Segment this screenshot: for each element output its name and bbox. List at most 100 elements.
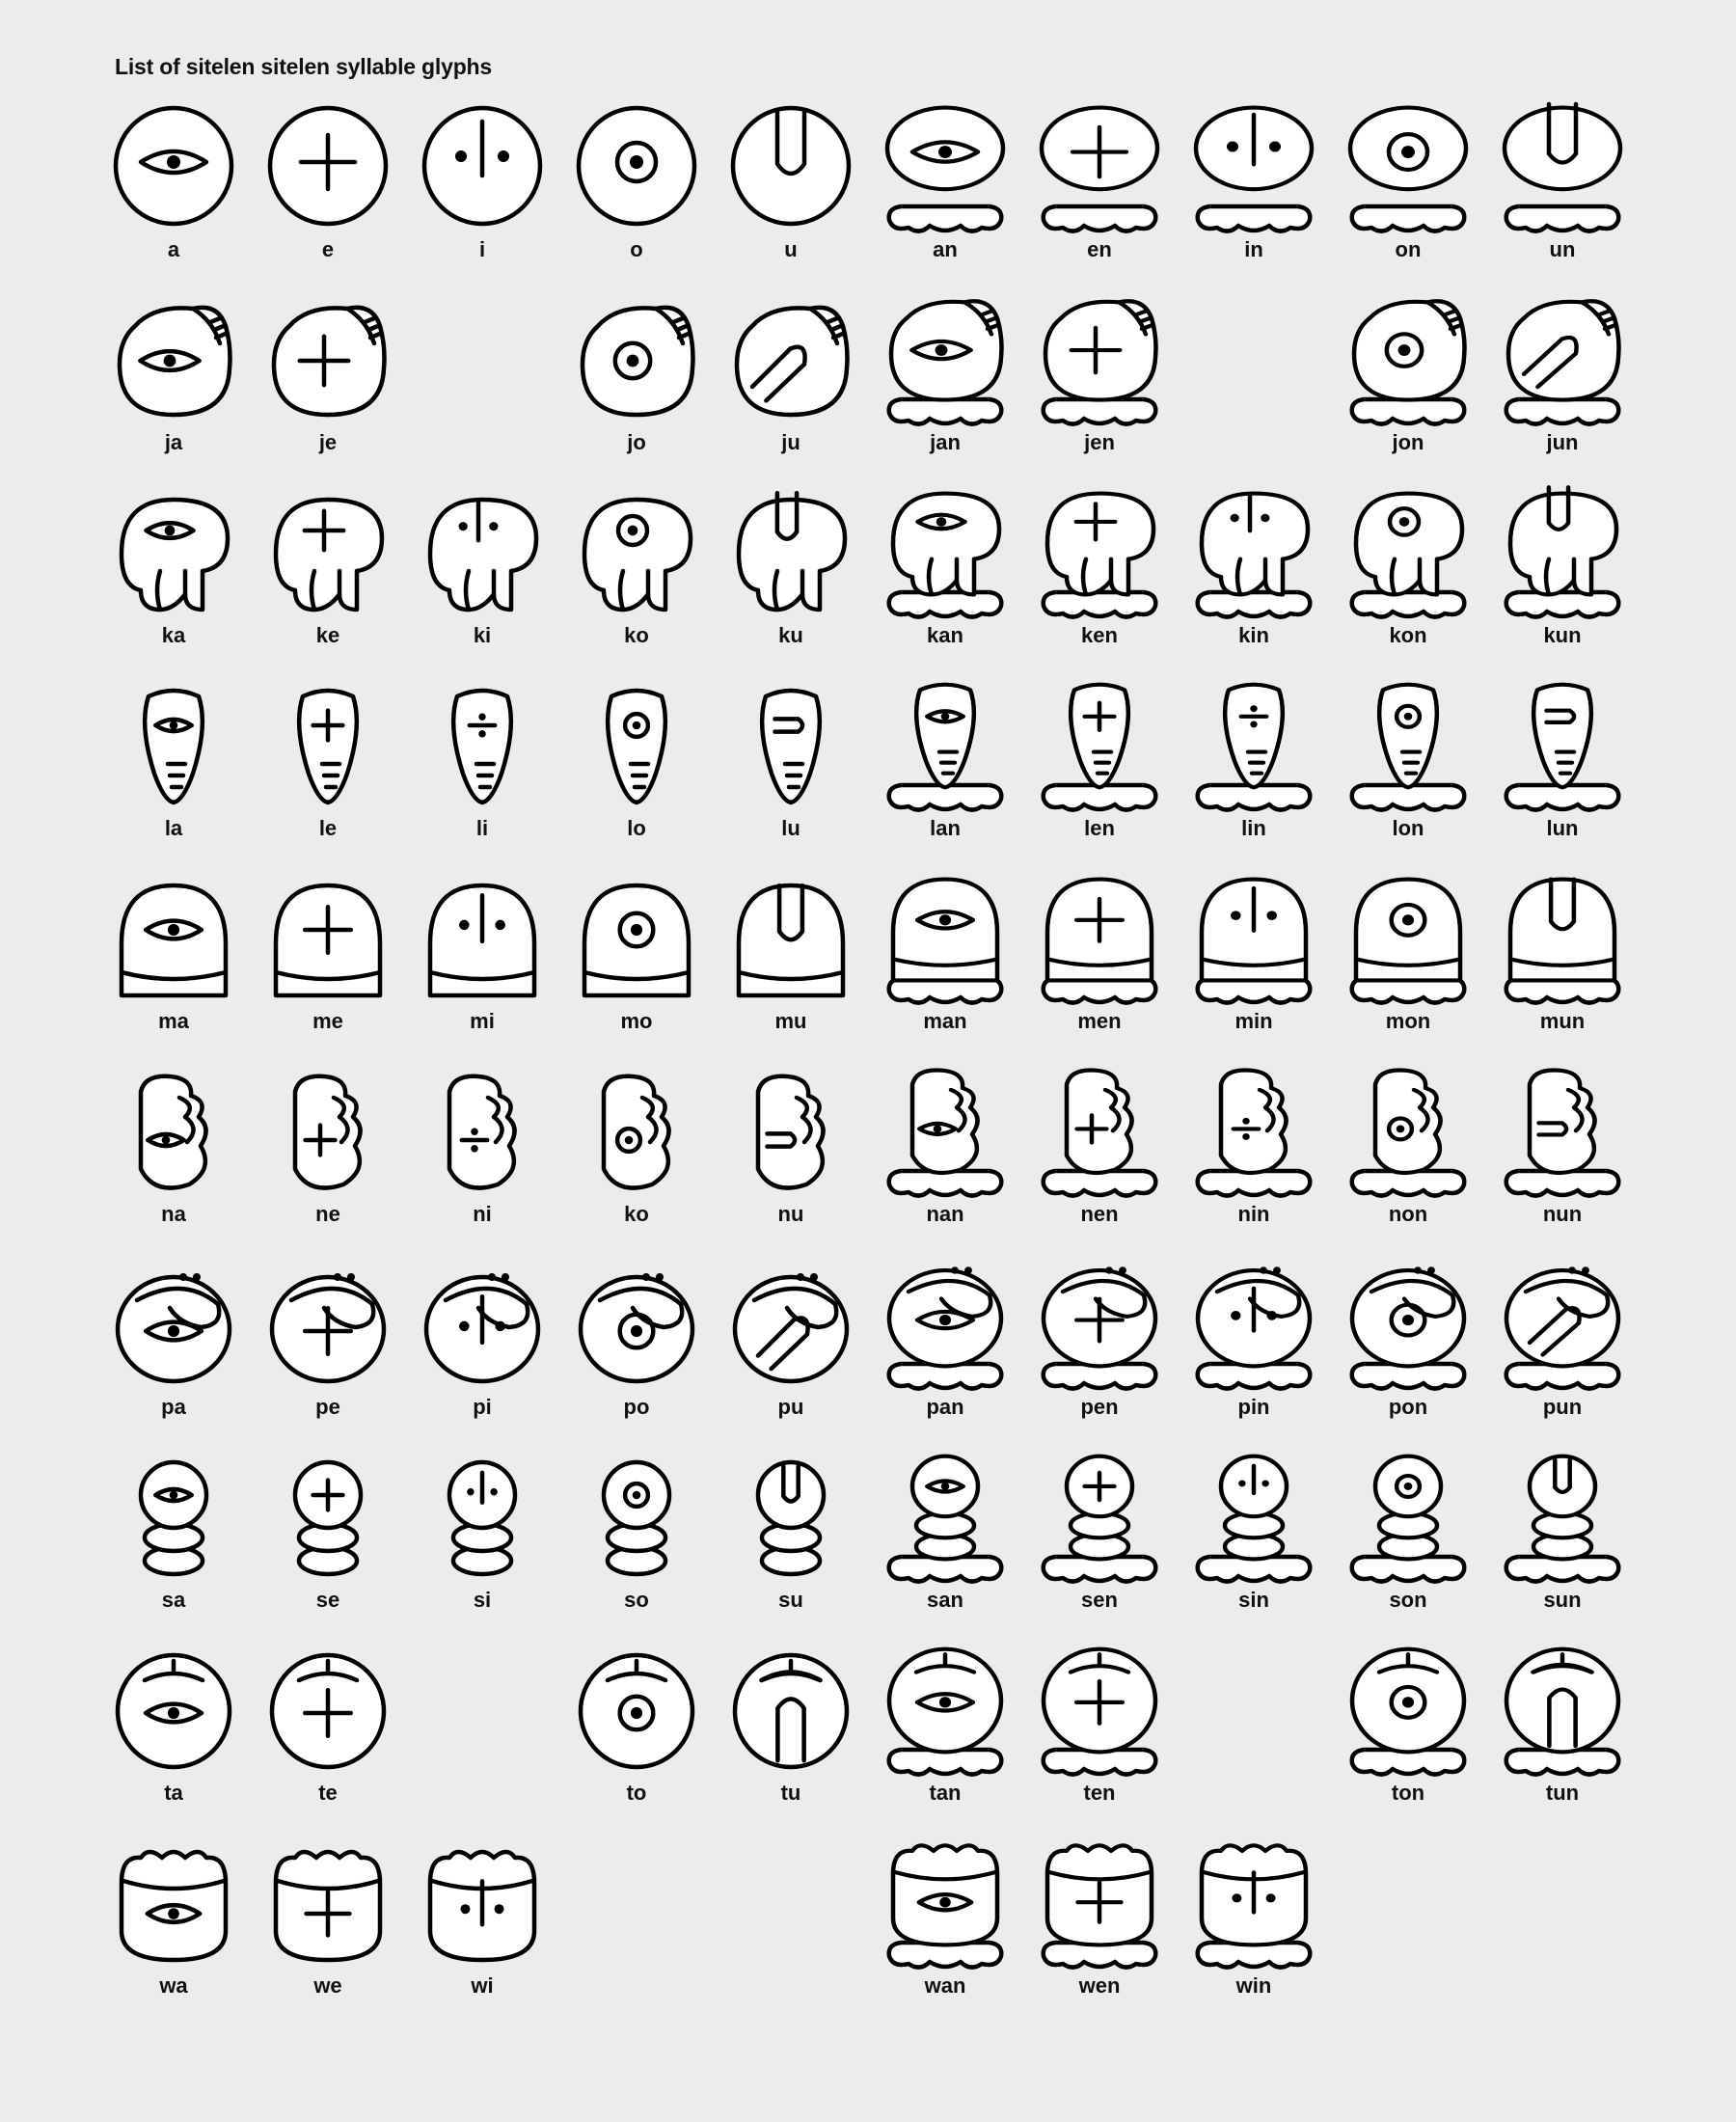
glyph-cell-lan: lan [868, 682, 1022, 860]
glyph-cell-li: li [405, 687, 559, 860]
glyph-cell-pu: pu [714, 1265, 868, 1439]
glyph-li-icon [450, 688, 514, 805]
glyph-label: kun [1543, 623, 1582, 647]
glyph-cell-ko: ko [559, 1073, 714, 1246]
glyph-ten-icon [1041, 1646, 1158, 1777]
glyph-cell-kan: kan [868, 491, 1022, 667]
glyph-kun-icon [1504, 485, 1621, 619]
glyph-mu-icon [736, 883, 846, 998]
glyph-label: ko [624, 1202, 649, 1226]
glyph-nu-icon [755, 1074, 826, 1190]
glyph-cell-nu: nu [714, 1073, 868, 1246]
glyph-nan-icon [886, 1068, 1004, 1198]
glyph-label: wa [159, 1973, 188, 1998]
glyph-label: san [927, 1588, 963, 1612]
glyph-cell-ki: ki [405, 494, 559, 667]
glyph-label: mu [774, 1009, 807, 1033]
glyph-cell-men: men [1022, 877, 1177, 1053]
glyph-cell-nin: nin [1177, 1068, 1331, 1246]
glyph-label: non [1388, 1202, 1428, 1226]
glyph-label: me [312, 1009, 343, 1033]
glyph-cell-son: son [1331, 1454, 1485, 1632]
glyph-label: sen [1081, 1588, 1118, 1612]
glyph-ku-icon [736, 490, 848, 612]
glyph-cell-win: win [1177, 1843, 1331, 2018]
glyph-label: on [1395, 237, 1422, 261]
glyph-label: mi [470, 1009, 495, 1033]
glyph-cell-si: si [405, 1458, 559, 1632]
glyph-cell-wi: wi [405, 1844, 559, 2018]
glyph-cell-pi: pi [405, 1265, 559, 1439]
glyph-ma-icon [119, 883, 229, 998]
glyph-lo-icon [605, 688, 668, 805]
glyph-cell-nun: nun [1485, 1068, 1640, 1246]
glyph-cell-po: po [559, 1265, 714, 1439]
glyph-su-icon [755, 1459, 827, 1577]
glyph-me-icon [273, 883, 383, 998]
glyph-label: ten [1083, 1781, 1116, 1805]
glyph-tan-icon [886, 1646, 1004, 1777]
glyph-label: pe [315, 1395, 340, 1419]
glyph-sheet: a e i o u an en in on un ja je jo ju jan jen jon jun ka ke k… [0, 0, 1736, 2122]
glyph-cell-kon: kon [1331, 491, 1485, 667]
glyph-cell-pun: pun [1485, 1265, 1640, 1439]
glyph-cell-pen: pen [1022, 1265, 1177, 1439]
glyph-label: son [1389, 1588, 1427, 1612]
glyph-cell-tan: tan [868, 1646, 1022, 1825]
glyph-en-icon [1039, 105, 1160, 233]
glyph-ju-icon [734, 305, 850, 418]
glyph-cell-sin: sin [1177, 1454, 1331, 1632]
glyph-label: pan [926, 1395, 964, 1419]
glyph-label: min [1234, 1009, 1273, 1033]
glyph-label: mun [1539, 1009, 1586, 1033]
glyph-label: kan [927, 623, 963, 647]
glyph-tun-icon [1504, 1646, 1621, 1777]
glyph-lu-icon [759, 688, 823, 805]
glyph-cell-la: la [96, 687, 251, 860]
glyph-label: sin [1238, 1588, 1269, 1612]
glyph-cell-jo: jo [559, 301, 714, 475]
glyph-cell-nen: nen [1022, 1068, 1177, 1246]
glyph-cell-lu: lu [714, 687, 868, 860]
glyph-man-icon [886, 877, 1004, 1005]
glyph-cell-mun: mun [1485, 877, 1640, 1053]
glyph-label: to [626, 1781, 647, 1805]
glyph-le-icon [296, 688, 360, 805]
glyph-ken-icon [1041, 491, 1158, 619]
glyph-sa-icon [138, 1459, 209, 1577]
glyph-label: pon [1388, 1395, 1428, 1419]
glyph-cell-jon: jon [1331, 299, 1485, 475]
glyph-pan-icon [886, 1266, 1004, 1391]
glyph-label: sun [1543, 1588, 1582, 1612]
glyph-label: ke [315, 623, 340, 647]
glyph-te-icon [269, 1652, 387, 1770]
glyph-cell-ta: ta [96, 1651, 251, 1825]
glyph-jo-icon [580, 305, 695, 418]
glyph-jan-icon [886, 299, 1004, 426]
glyph-cell-tun: tun [1485, 1646, 1640, 1825]
glyph-label: wen [1078, 1973, 1121, 1998]
glyph-to-icon [578, 1652, 695, 1770]
glyph-cell-wan: wan [868, 1843, 1022, 2018]
glyph-label: la [164, 816, 183, 840]
glyph-label: wan [924, 1973, 966, 1998]
glyph-nen-icon [1041, 1068, 1158, 1198]
glyph-label: te [318, 1781, 338, 1805]
glyph-label: pen [1080, 1395, 1119, 1419]
glyph-label: ka [161, 623, 186, 647]
glyph-kan-icon [886, 491, 1004, 619]
glyph-label: tu [780, 1781, 801, 1805]
glyph-label: ken [1081, 623, 1118, 647]
glyph-label: tan [929, 1781, 962, 1805]
glyph-kon-icon [1349, 491, 1467, 619]
glyph-lin-icon [1195, 682, 1313, 812]
glyph-a-icon [113, 105, 234, 227]
glyph-cell-len: len [1022, 682, 1177, 860]
glyph-cell-mo: mo [559, 880, 714, 1053]
glyph-cell-on: on [1331, 105, 1485, 282]
glyph-min-icon [1195, 877, 1313, 1005]
glyph-cell-mon: mon [1331, 877, 1485, 1053]
glyph-label: u [784, 237, 798, 261]
glyph-label: jun [1546, 430, 1579, 454]
glyph-label: pin [1237, 1395, 1270, 1419]
